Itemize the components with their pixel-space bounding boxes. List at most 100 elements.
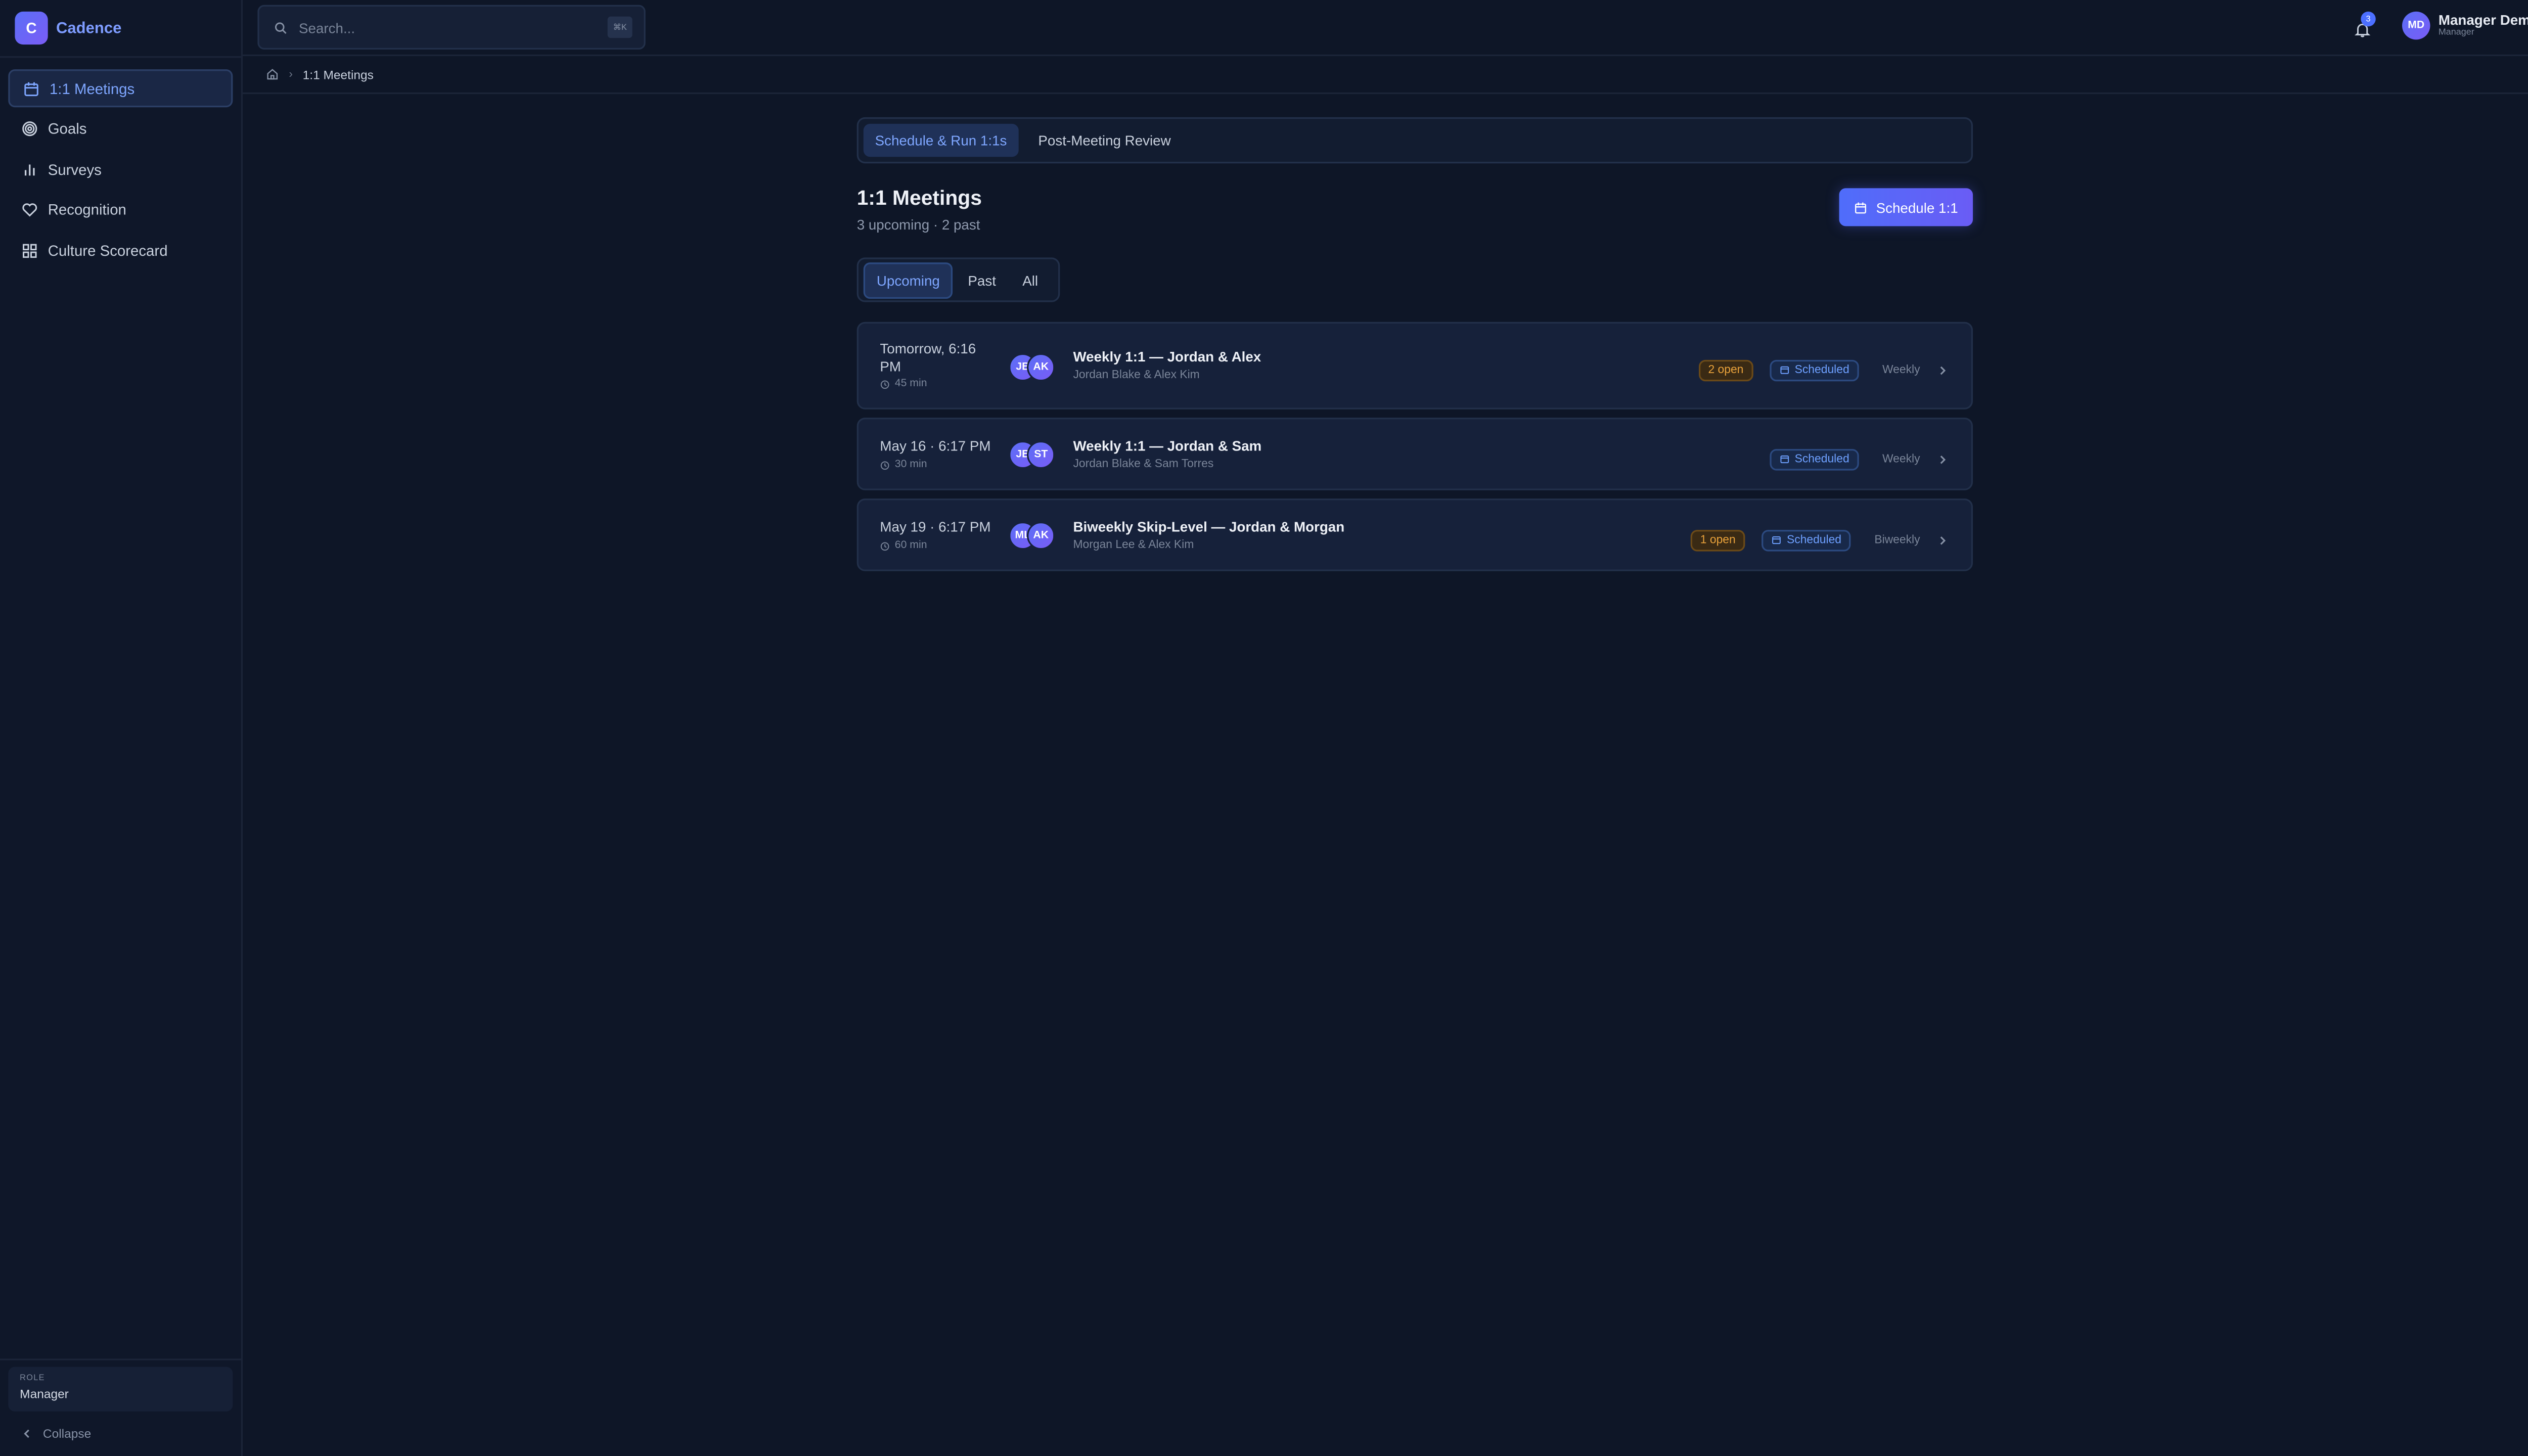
sidebar-item-surveys[interactable]: Surveys (8, 150, 233, 188)
meeting-participants: Jordan Blake & Sam Torres (1073, 459, 1214, 471)
chevron-right-icon (1936, 444, 1948, 474)
page-header: 1:1 Meetings 3 upcoming · 2 past Schedul… (857, 187, 1973, 236)
sidebar-item-label: 1:1 Meetings (49, 80, 135, 97)
sidebar-item-label: Recognition (48, 201, 126, 218)
calendar-icon (1780, 366, 1789, 374)
sidebar-item-label: Culture Scorecard (48, 242, 168, 259)
tab-all[interactable]: All (1011, 263, 1050, 296)
status-badge: Scheduled (1770, 359, 1860, 381)
chevron-right-icon (1936, 525, 1948, 555)
meeting-info: Weekly 1:1 — Jordan & Sam Jordan Blake &… (1073, 437, 1261, 470)
divider (0, 1358, 243, 1360)
search-input[interactable] (295, 17, 608, 37)
user-menu[interactable]: MD Manager Demo Manager (2402, 11, 2528, 40)
filter-tabs: Upcoming Past All (856, 257, 1060, 302)
avatar: AK (1027, 353, 1055, 382)
meeting-meta: 1 open Scheduled Biweekly (1690, 525, 1948, 555)
schedule-button-label: Schedule 1:1 (1876, 199, 1958, 216)
chevron-right-icon (1936, 355, 1948, 385)
calendar-icon (1856, 201, 1867, 213)
calendar-icon (24, 81, 38, 96)
meeting-datetime: May 16 · 6:17 PM (880, 437, 991, 454)
notifications-button[interactable]: 3 (2354, 11, 2376, 37)
sidebar: C Cadence 1:1 Meetings Goals Surveys Rec… (0, 0, 243, 1456)
search-icon (275, 21, 287, 33)
meeting-title: Biweekly Skip-Level — Jordan & Morgan (1073, 518, 1345, 535)
open-items-badge: 2 open (1698, 359, 1754, 381)
page-subtitle: 3 upcoming · 2 past (856, 216, 980, 233)
sidebar-item-label: Goals (48, 120, 87, 138)
participant-avatars: ML AK (1009, 521, 1055, 550)
meeting-title: Weekly 1:1 — Jordan & Sam (1073, 437, 1262, 454)
meeting-frequency: Weekly (1882, 363, 1920, 376)
meeting-participants: Morgan Lee & Alex Kim (1073, 539, 1194, 552)
avatar: MD (2402, 11, 2430, 40)
avatar: ST (1027, 440, 1055, 469)
meeting-card[interactable]: Tomorrow, 6:16 PM 45 min JB AK Weekly 1:… (856, 322, 1973, 410)
clock-icon (880, 461, 889, 470)
role-value: Manager (20, 1386, 69, 1402)
meeting-card[interactable]: May 16 · 6:17 PM 30 min JB ST Weekly 1:1… (856, 418, 1973, 490)
user-info: Manager Demo Manager (2439, 12, 2528, 40)
breadcrumb: › 1:1 Meetings (242, 56, 2528, 95)
calendar-icon (1780, 456, 1789, 464)
status-text: Scheduled (1794, 363, 1849, 376)
meeting-info: Weekly 1:1 — Jordan & Alex Jordan Blake … (1073, 348, 1261, 381)
user-role: Manager (2438, 28, 2474, 38)
collapse-label: Collapse (42, 1426, 92, 1441)
sidebar-item-meetings[interactable]: 1:1 Meetings (8, 69, 233, 108)
search-box[interactable]: ⌘K (257, 5, 646, 50)
sidebar-item-label: Surveys (48, 161, 102, 178)
home-icon[interactable] (266, 68, 279, 81)
sidebar-item-culture-scorecard[interactable]: Culture Scorecard (8, 231, 233, 269)
meeting-info: Biweekly Skip-Level — Jordan & Morgan Mo… (1073, 518, 1344, 551)
meeting-duration: 60 min (880, 537, 999, 555)
bar-chart-icon (24, 163, 35, 175)
heart-icon (22, 203, 37, 217)
role-label: ROLE (20, 1373, 45, 1384)
meeting-time: May 16 · 6:17 PM 30 min (880, 437, 999, 474)
chevron-right-icon: › (289, 68, 293, 80)
meeting-frequency: Weekly (1882, 453, 1920, 465)
status-text: Scheduled (1786, 534, 1842, 546)
meeting-duration: 30 min (880, 457, 999, 474)
app-name: Cadence (56, 19, 122, 37)
mode-tabs: Schedule & Run 1:1s Post-Meeting Review (856, 117, 1973, 164)
meeting-datetime: Tomorrow, 6:16 PM (880, 340, 976, 374)
clock-icon (880, 541, 889, 551)
page-title: 1:1 Meetings (856, 186, 982, 210)
target-icon (22, 121, 37, 136)
user-name: Manager Demo (2438, 11, 2528, 28)
top-bar: ⌘K 3 MD Manager Demo Manager (242, 0, 2528, 57)
duration-text: 30 min (894, 458, 927, 470)
clock-icon (880, 381, 889, 389)
collapse-button[interactable]: Collapse (21, 1426, 91, 1441)
grid-icon (23, 243, 37, 257)
tab-upcoming[interactable]: Upcoming (863, 261, 953, 298)
app-logo: C (15, 11, 48, 45)
meeting-time: May 19 · 6:17 PM 60 min (880, 518, 999, 555)
meeting-meta: 2 open Scheduled Weekly (1698, 355, 1948, 385)
sidebar-nav: 1:1 Meetings Goals Surveys Recognition C… (0, 58, 241, 283)
brand[interactable]: C Cadence (0, 0, 241, 58)
status-text: Scheduled (1794, 453, 1849, 465)
tab-post-meeting-review[interactable]: Post-Meeting Review (1027, 124, 1183, 157)
meeting-card[interactable]: May 19 · 6:17 PM 60 min ML AK Biweekly S… (856, 498, 1973, 571)
notification-count-badge: 3 (2361, 11, 2376, 27)
participant-avatars: JB ST (1009, 440, 1055, 469)
schedule-meeting-button[interactable]: Schedule 1:1 (1839, 188, 1973, 226)
tab-schedule-run[interactable]: Schedule & Run 1:1s (863, 123, 1019, 157)
avatar: AK (1027, 521, 1055, 550)
open-items-badge: 1 open (1690, 529, 1746, 551)
status-badge: Scheduled (1770, 448, 1860, 470)
sidebar-item-goals[interactable]: Goals (8, 110, 233, 148)
meeting-title: Weekly 1:1 — Jordan & Alex (1073, 348, 1261, 365)
meeting-datetime: May 19 · 6:17 PM (880, 518, 991, 535)
meeting-duration: 45 min (880, 376, 999, 393)
tab-past[interactable]: Past (957, 263, 1008, 296)
participant-avatars: JB AK (1009, 353, 1055, 382)
duration-text: 45 min (894, 378, 927, 390)
meeting-meta: Scheduled Weekly (1770, 444, 1948, 474)
sidebar-item-recognition[interactable]: Recognition (8, 191, 233, 229)
role-card: ROLE Manager (8, 1367, 233, 1412)
